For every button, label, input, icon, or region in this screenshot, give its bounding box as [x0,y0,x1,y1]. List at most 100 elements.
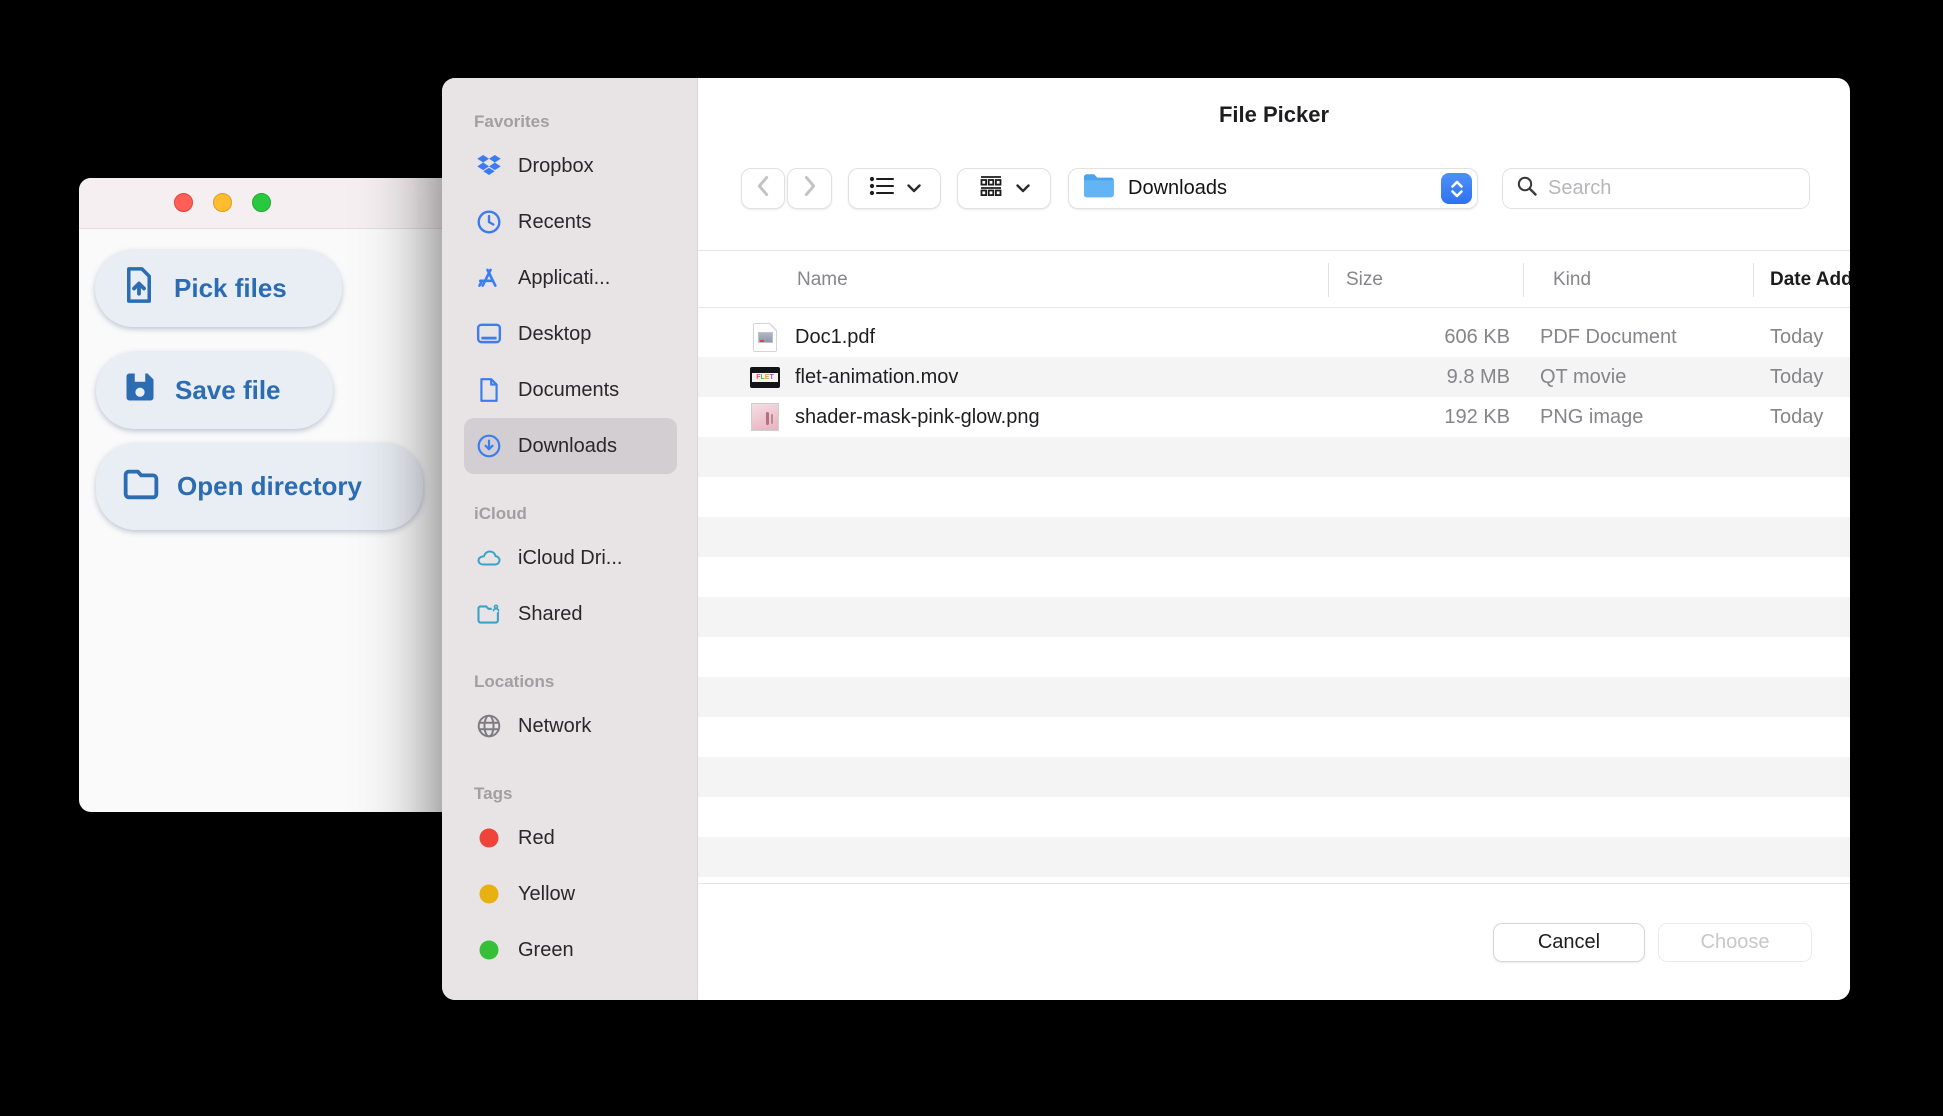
chevron-down-icon [906,180,921,198]
group-view-icon [978,175,1004,202]
empty-list-stripe [698,597,1850,637]
file-row[interactable]: Doc1.pdf 606 KB PDF Document Today [698,317,1850,357]
sidebar-item-network[interactable]: Network [464,698,677,754]
dropbox-icon [476,153,502,179]
tag-yellow-icon [476,881,502,907]
open-directory-button[interactable]: Open directory [96,443,423,530]
file-kind: QT movie [1540,366,1627,388]
pdf-file-icon [750,322,780,352]
empty-list-stripe [698,517,1850,557]
search-field[interactable] [1502,168,1810,209]
sidebar-item-applicati[interactable]: Applicati... [464,250,677,306]
forward-button[interactable] [787,168,832,209]
button-label: Save file [175,375,281,405]
choose-button[interactable]: Choose [1658,923,1812,962]
sidebar-section-title: Tags [474,784,513,803]
back-button[interactable] [741,168,785,209]
minimize-window-button[interactable] [213,193,232,212]
column-header-kind[interactable]: Kind [1553,251,1591,309]
file-picker-dialog: Favorites Dropbox Recents Applicati... Deskt… [442,78,1850,1000]
sidebar-section-title: Locations [474,672,555,691]
close-window-button[interactable] [174,193,193,212]
sidebar-item-label: Yellow [518,882,576,905]
file-kind: PDF Document [1540,326,1677,348]
cancel-button[interactable]: Cancel [1493,923,1645,962]
appstore-icon [476,265,502,291]
save-icon [122,369,158,412]
file-date-added: Today [1770,326,1824,348]
sidebar-section-icloud: iCloud iCloud Dri... Shared [464,504,687,642]
globe-icon [476,713,502,739]
sidebar-section-title: Favorites [474,112,550,131]
current-folder-popup[interactable]: Downloads [1068,168,1478,209]
sidebar-item-dropbox[interactable]: Dropbox [464,138,677,194]
tag-green-icon [476,937,502,963]
sidebar-section-locations: Locations Network [464,672,687,754]
cloud-icon [476,545,502,571]
empty-list-stripe [698,437,1850,477]
file-date-added: Today [1770,366,1824,388]
list-view-dropdown[interactable] [848,168,941,209]
sidebar-section-tags: Tags Red Yellow Green [464,784,687,978]
sidebar-item-red[interactable]: Red [464,810,677,866]
sidebar-item-label: Shared [518,602,583,625]
sidebar-item-iclouddri[interactable]: iCloud Dri... [464,530,677,586]
column-header-date-added[interactable]: Date Added [1770,251,1850,309]
clock-icon [476,209,502,235]
sidebar-item-label: Desktop [518,322,592,345]
sidebar-item-label: Dropbox [518,154,594,177]
sidebar-item-green[interactable]: Green [464,922,677,978]
pick-files-button[interactable]: Pick files [95,250,342,327]
file-size: 606 KB [1444,326,1510,348]
sidebar-item-label: iCloud Dri... [518,546,623,569]
search-input[interactable] [1548,177,1809,200]
dialog-content: File Picker Downloads Search Name Size K… [698,78,1850,1000]
column-header-name[interactable]: Name [797,251,848,309]
save-file-button[interactable]: Save file [96,352,333,429]
sidebar-item-yellow[interactable]: Yellow [464,866,677,922]
sidebar-item-label: Downloads [518,434,617,457]
button-label: Open directory [177,471,362,501]
sidebar-item-shared[interactable]: Shared [464,586,677,642]
group-view-dropdown[interactable] [957,168,1051,209]
file-name: flet-animation.mov [795,366,959,388]
empty-list-stripe [698,837,1850,877]
sidebar-item-documents[interactable]: Documents [464,362,677,418]
up-down-chevrons-icon[interactable] [1441,173,1472,204]
sidebar-section-favorites: Favorites Dropbox Recents Applicati... Deskt… [464,112,687,474]
chevron-left-icon [754,175,772,202]
column-divider [1753,263,1754,297]
file-name: Doc1.pdf [795,326,876,348]
sidebar-item-label: Recents [518,210,592,233]
file-row[interactable]: shader-mask-pink-glow.png 192 KB PNG image… [698,397,1850,437]
sidebar-item-downloads[interactable]: Downloads [464,418,677,474]
sidebar-item-label: Network [518,714,592,737]
shared-folder-icon [476,601,502,627]
sidebar-item-label: Red [518,826,555,849]
sidebar-item-label: Documents [518,378,620,401]
dialog-title: File Picker [1218,102,1330,127]
file-kind: PNG image [1540,406,1644,428]
download-circle-icon [476,433,502,459]
table-header: Name Size Kind Date Added [698,250,1850,308]
movie-file-icon: FLET [750,362,780,392]
file-upload-icon [121,266,157,311]
sidebar-item-recents[interactable]: Recents [464,194,677,250]
sidebar-item-label: Applicati... [518,266,611,289]
column-header-size[interactable]: Size [1346,251,1383,309]
footer-bar: Cancel Choose [698,884,1850,1000]
column-divider [1523,263,1524,297]
file-size: 9.8 MB [1446,366,1510,388]
tag-red-icon [476,825,502,851]
search-icon [1516,175,1538,202]
folder-outline-icon [122,466,160,507]
current-folder-label: Downloads [1128,177,1227,199]
sidebar-item-desktop[interactable]: Desktop [464,306,677,362]
zoom-window-button[interactable] [252,193,271,212]
file-name: shader-mask-pink-glow.png [795,406,1040,428]
file-row[interactable]: FLET flet-animation.mov 9.8 MB QT movie Toda… [698,357,1850,397]
chevron-right-icon [801,175,819,202]
file-size: 192 KB [1444,406,1510,428]
desktop-icon [476,321,502,347]
empty-list-stripe [698,757,1850,797]
